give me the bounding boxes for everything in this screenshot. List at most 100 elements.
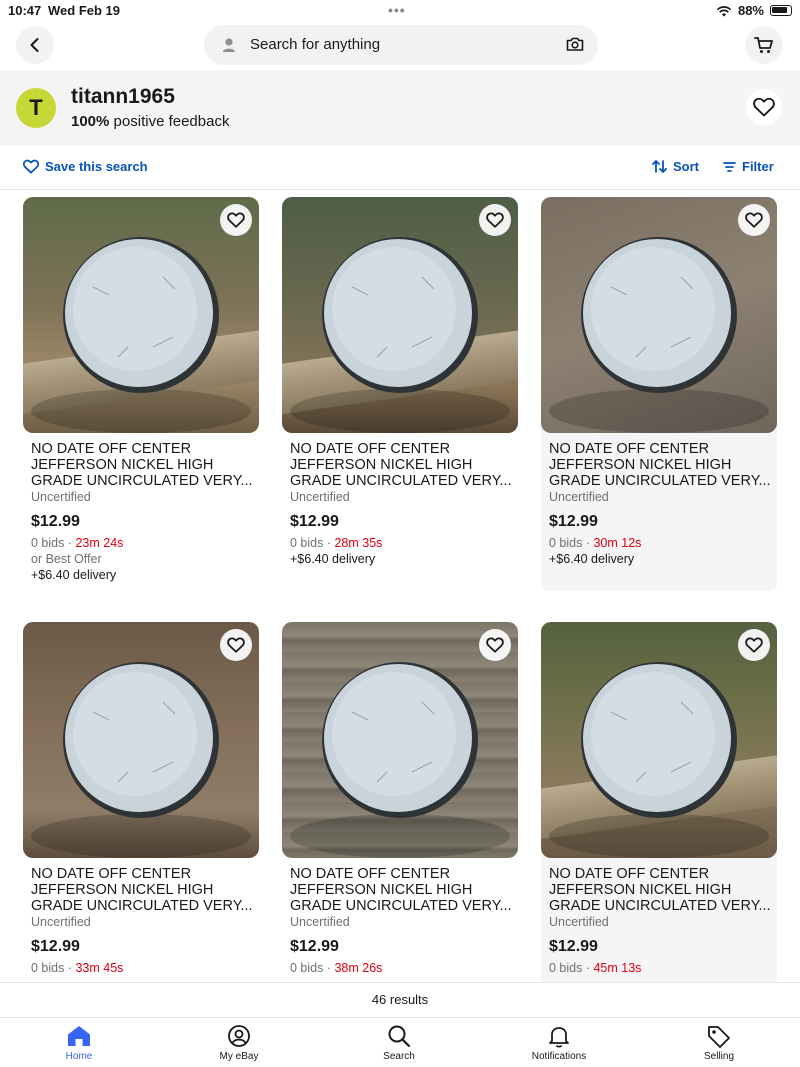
tab-selling[interactable]: Selling: [664, 1024, 774, 1062]
watch-button[interactable]: [738, 629, 770, 661]
listing-price: $12.99: [549, 938, 598, 955]
camera-icon[interactable]: [566, 36, 584, 52]
results-toolbar: Save this search Sort Filter: [0, 146, 800, 190]
coin-image: [23, 197, 259, 433]
listing-bids: 0 bids · 28m 35s: [290, 536, 382, 550]
wifi-icon: [716, 5, 732, 16]
filter-label: Filter: [742, 159, 774, 174]
listing-card[interactable]: NO DATE OFF CENTER JEFFERSON NICKEL HIGH…: [541, 622, 777, 1016]
listing-condition: Uncertified: [290, 915, 350, 929]
time-left: 28m 35s: [334, 536, 383, 550]
listing-price: $12.99: [31, 938, 80, 955]
listing-card[interactable]: NO DATE OFF CENTER JEFFERSON NICKEL HIGH…: [282, 197, 518, 591]
listing-title[interactable]: NO DATE OFF CENTER JEFFERSON NICKEL HIGH…: [31, 866, 253, 914]
filter-button[interactable]: Filter: [723, 159, 774, 174]
tab-home-label: Home: [65, 1051, 93, 1062]
coin-photo: [31, 237, 251, 433]
status-bar: 10:47 Wed Feb 19 ••• 88%: [0, 0, 800, 22]
tab-search[interactable]: Search: [344, 1024, 454, 1062]
tab-my-ebay[interactable]: My eBay: [184, 1024, 294, 1062]
listing-title[interactable]: NO DATE OFF CENTER JEFFERSON NICKEL HIGH…: [549, 866, 771, 914]
save-search-button[interactable]: Save this search: [23, 159, 148, 174]
tab-notifications-label: Notifications: [531, 1051, 587, 1062]
listing-bids: 0 bids · 30m 12s: [549, 536, 641, 550]
coin-photo: [549, 662, 769, 858]
watch-button[interactable]: [479, 629, 511, 661]
listing-condition: Uncertified: [290, 490, 350, 504]
save-search-label: Save this search: [45, 159, 148, 174]
watch-button[interactable]: [479, 204, 511, 236]
account-icon: [228, 1025, 250, 1047]
filter-icon: [723, 161, 736, 172]
person-icon: [223, 38, 235, 52]
results-count: 46 results: [0, 982, 800, 1018]
tab-notifications[interactable]: Notifications: [504, 1024, 614, 1062]
save-seller-button[interactable]: [746, 89, 782, 125]
listing-shipping: +$6.40 delivery: [549, 552, 635, 566]
search-icon: [388, 1025, 411, 1048]
bids-count: 0 bids ·: [290, 536, 335, 550]
search-input[interactable]: Search for anything: [204, 25, 598, 65]
listing-bids: 0 bids · 33m 45s: [31, 961, 123, 975]
listing-image[interactable]: [23, 197, 259, 433]
coin-photo: [549, 237, 769, 433]
bids-count: 0 bids ·: [549, 961, 594, 975]
heart-icon: [227, 637, 245, 653]
coin-photo: [290, 237, 510, 433]
coin-image: [282, 622, 518, 858]
tab-search-label: Search: [383, 1051, 415, 1062]
listing-title[interactable]: NO DATE OFF CENTER JEFFERSON NICKEL HIGH…: [549, 441, 771, 489]
listing-card[interactable]: NO DATE OFF CENTER JEFFERSON NICKEL HIGH…: [282, 622, 518, 1016]
seller-name[interactable]: titann1965: [71, 85, 175, 109]
feedback-text: positive feedback: [113, 113, 230, 130]
heart-icon: [227, 212, 245, 228]
listing-condition: Uncertified: [31, 915, 91, 929]
multitasking-dots-icon[interactable]: •••: [388, 2, 406, 18]
time-left: 30m 12s: [593, 536, 642, 550]
cart-button[interactable]: [745, 26, 783, 64]
status-right: 88%: [716, 3, 792, 18]
seller-feedback: 100% positive feedback: [71, 113, 229, 130]
coin-image: [541, 197, 777, 433]
sort-label: Sort: [673, 159, 699, 174]
listing-condition: Uncertified: [549, 490, 609, 504]
sort-button[interactable]: Sort: [652, 159, 699, 174]
listing-image[interactable]: [282, 197, 518, 433]
tab-my-ebay-label: My eBay: [219, 1051, 259, 1062]
status-date: Wed Feb 19: [48, 3, 121, 18]
listing-title[interactable]: NO DATE OFF CENTER JEFFERSON NICKEL HIGH…: [31, 441, 253, 489]
listing-price: $12.99: [290, 938, 339, 955]
listing-image[interactable]: [23, 622, 259, 858]
listing-bids: 0 bids · 23m 24s: [31, 536, 123, 550]
coin-image: [541, 622, 777, 858]
listing-title[interactable]: NO DATE OFF CENTER JEFFERSON NICKEL HIGH…: [290, 441, 512, 489]
heart-icon: [745, 637, 763, 653]
listing-image[interactable]: [541, 197, 777, 433]
seller-header: T titann1965 100% positive feedback: [0, 70, 800, 146]
top-nav: Search for anything: [0, 22, 800, 68]
bids-count: 0 bids ·: [31, 961, 76, 975]
avatar[interactable]: T: [16, 88, 56, 128]
listing-condition: Uncertified: [549, 915, 609, 929]
listing-shipping: +$6.40 delivery: [31, 568, 117, 582]
watch-button[interactable]: [220, 629, 252, 661]
chevron-left-icon: [30, 38, 39, 52]
tag-icon: [708, 1026, 730, 1048]
bottom-tab-bar: Home My eBay Search Notifications Sellin…: [0, 1018, 800, 1067]
listing-title[interactable]: NO DATE OFF CENTER JEFFERSON NICKEL HIGH…: [290, 866, 512, 914]
best-offer: or Best Offer: [31, 552, 102, 566]
listing-card[interactable]: NO DATE OFF CENTER JEFFERSON NICKEL HIGH…: [541, 197, 777, 591]
heart-icon: [486, 637, 504, 653]
listing-card[interactable]: NO DATE OFF CENTER JEFFERSON NICKEL HIGH…: [23, 197, 259, 591]
listing-image[interactable]: [282, 622, 518, 858]
listing-image[interactable]: [541, 622, 777, 858]
back-button[interactable]: [16, 26, 54, 64]
listing-card[interactable]: NO DATE OFF CENTER JEFFERSON NICKEL HIGH…: [23, 622, 259, 1016]
tab-home[interactable]: Home: [24, 1024, 134, 1062]
coin-image: [282, 197, 518, 433]
watch-button[interactable]: [220, 204, 252, 236]
battery-percent: 88%: [737, 3, 764, 18]
bids-count: 0 bids ·: [549, 536, 594, 550]
watch-button[interactable]: [738, 204, 770, 236]
listing-price: $12.99: [549, 513, 598, 530]
